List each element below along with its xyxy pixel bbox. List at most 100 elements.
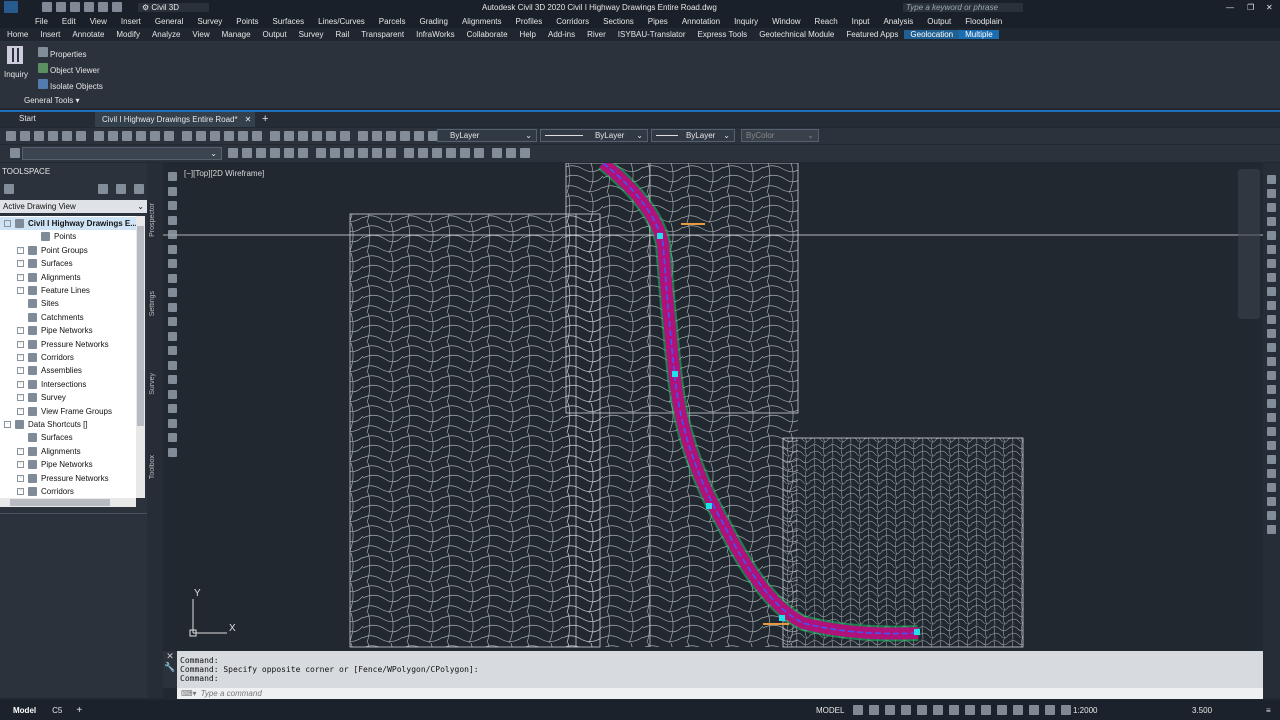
civil-toolbar-icon[interactable] <box>298 148 308 158</box>
general-tools-panel-label[interactable]: General Tools ▾ <box>24 96 79 105</box>
status-toggle-icon[interactable] <box>901 705 911 715</box>
scrollbar-thumb[interactable] <box>137 226 144 426</box>
layout-tab[interactable]: C5 <box>52 706 62 715</box>
toolbar-icon[interactable] <box>400 131 410 141</box>
menu-profiles[interactable]: Profiles <box>509 17 550 26</box>
draw-tool-icon[interactable] <box>168 302 177 312</box>
toolbar-icon[interactable] <box>298 131 308 141</box>
tab-analyze[interactable]: Analyze <box>146 30 186 39</box>
saveas-icon[interactable] <box>84 2 94 12</box>
palette-tool-icon[interactable] <box>1267 497 1276 506</box>
tab-insert[interactable]: Insert <box>34 30 66 39</box>
properties-button[interactable]: Properties <box>36 47 86 59</box>
toolbar-icon[interactable] <box>340 131 350 141</box>
toolbar-icon[interactable] <box>210 131 220 141</box>
palette-tool-icon[interactable] <box>1267 469 1276 478</box>
toolbar-icon[interactable] <box>372 131 382 141</box>
palette-tool-icon[interactable] <box>1267 231 1276 240</box>
tree-item[interactable]: Surfaces <box>0 431 73 444</box>
menu-insert[interactable]: Insert <box>114 17 148 26</box>
app-logo-icon[interactable] <box>4 1 18 13</box>
draw-tool-icon[interactable] <box>168 317 177 326</box>
toolbar-icon[interactable] <box>312 131 322 141</box>
civil-toolbar-icon[interactable] <box>316 148 326 158</box>
drawing-svg[interactable] <box>163 163 1263 649</box>
palette-tool-icon[interactable] <box>1267 329 1276 338</box>
menu-file[interactable]: File <box>28 17 55 26</box>
plot-icon[interactable] <box>98 2 108 12</box>
tab-transparent[interactable]: Transparent <box>355 30 410 39</box>
add-layout-icon[interactable]: + <box>76 705 82 716</box>
status-toggle-icon[interactable] <box>933 705 943 715</box>
expand-toggle-icon[interactable]: + <box>17 273 24 281</box>
search-input[interactable]: Type a keyword or phrase <box>903 2 1023 12</box>
tab-annotate[interactable]: Annotate <box>66 30 110 39</box>
command-icon[interactable]: ⌨▾ <box>181 689 197 698</box>
draw-tool-icon[interactable] <box>168 404 177 413</box>
expand-toggle-icon[interactable]: - <box>4 220 11 227</box>
palette-tool-icon[interactable] <box>1267 385 1276 394</box>
toolbar-icon[interactable] <box>122 131 132 141</box>
civil-toolbar-icon[interactable] <box>344 148 354 158</box>
isolate-objects-button[interactable]: Isolate Objects <box>36 79 103 91</box>
menu-output[interactable]: Output <box>920 17 958 26</box>
civil-toolbar-icon[interactable] <box>330 148 340 158</box>
tab-isybau-translator[interactable]: ISYBAU-Translator <box>612 30 692 39</box>
palette-tool-icon[interactable] <box>1267 399 1276 408</box>
tab-express-tools[interactable]: Express Tools <box>692 30 754 39</box>
toolbar-icon[interactable] <box>62 131 72 141</box>
tree-item[interactable]: + Corridors <box>0 485 74 498</box>
tree-item[interactable]: - Data Shortcuts [] <box>0 418 88 431</box>
tree-item[interactable]: + Pipe Networks <box>0 458 93 471</box>
tab-geotechnical-module[interactable]: Geotechnical Module <box>753 30 840 39</box>
workspace-selector[interactable]: ⚙ Civil 3D <box>138 2 209 12</box>
side-tab-prospector[interactable]: Prospector <box>149 203 156 237</box>
draw-tool-icon[interactable] <box>168 375 177 384</box>
draw-tool-icon[interactable] <box>168 447 177 457</box>
menu-sections[interactable]: Sections <box>596 17 641 26</box>
tree-vertical-scrollbar[interactable] <box>136 216 145 498</box>
model-tab[interactable]: Model <box>13 706 36 715</box>
status-toggle-icon[interactable] <box>869 705 879 715</box>
tree-item[interactable]: + Point Groups <box>0 244 88 257</box>
civil-toolbar-icon[interactable] <box>432 148 442 158</box>
toolbar-icon[interactable] <box>196 131 206 141</box>
palette-tool-icon[interactable] <box>1267 273 1276 282</box>
tree-item[interactable]: + Alignments <box>0 271 81 284</box>
palette-tool-icon[interactable] <box>1267 343 1276 352</box>
tree-item[interactable]: Points <box>0 230 76 243</box>
draw-tool-icon[interactable] <box>168 230 177 239</box>
status-toggle-icon[interactable] <box>1029 705 1039 715</box>
draw-tool-icon[interactable] <box>168 389 177 399</box>
expand-toggle-icon[interactable]: + <box>17 246 24 254</box>
scrollbar-thumb-h[interactable] <box>10 499 110 506</box>
close-tab-icon[interactable]: ✕ <box>245 115 252 124</box>
civil-toolbar-icon[interactable] <box>492 148 502 158</box>
civil-toolbar-icon[interactable] <box>386 148 396 158</box>
status-toggle-icon[interactable] <box>853 705 863 715</box>
status-value[interactable]: 3.500 <box>1192 706 1212 715</box>
draw-tool-icon[interactable] <box>168 172 177 181</box>
menu-corridors[interactable]: Corridors <box>549 17 596 26</box>
menu-icon[interactable]: ≡ <box>1266 706 1271 715</box>
status-toggle-icon[interactable] <box>917 705 927 715</box>
draw-tool-icon[interactable] <box>168 244 177 254</box>
expand-toggle-icon[interactable]: + <box>17 354 24 361</box>
expand-toggle-icon[interactable]: + <box>17 474 24 482</box>
palette-tool-icon[interactable] <box>1267 525 1276 534</box>
object-viewer-button[interactable]: Object Viewer <box>36 63 100 75</box>
toolbar-icon[interactable] <box>6 131 16 141</box>
toolbar-icon[interactable] <box>182 131 192 141</box>
civil-toolbar-icon[interactable] <box>256 148 266 158</box>
civil-toolbar-icon[interactable] <box>404 148 414 158</box>
expand-toggle-icon[interactable]: + <box>17 394 24 402</box>
status-toggle-icon[interactable] <box>949 705 959 715</box>
status-toggle-icon[interactable] <box>997 705 1007 715</box>
tree-item[interactable]: + View Frame Groups <box>0 405 112 418</box>
draw-tool-icon[interactable] <box>168 215 177 225</box>
menu-floodplain[interactable]: Floodplain <box>958 17 1009 26</box>
status-toggle-icon[interactable] <box>965 705 975 715</box>
toolbar-icon[interactable] <box>76 131 86 141</box>
lineweight-dropdown[interactable]: ByLayer ⌄ <box>651 129 735 142</box>
wrench-icon[interactable]: 🔧 <box>163 662 177 673</box>
